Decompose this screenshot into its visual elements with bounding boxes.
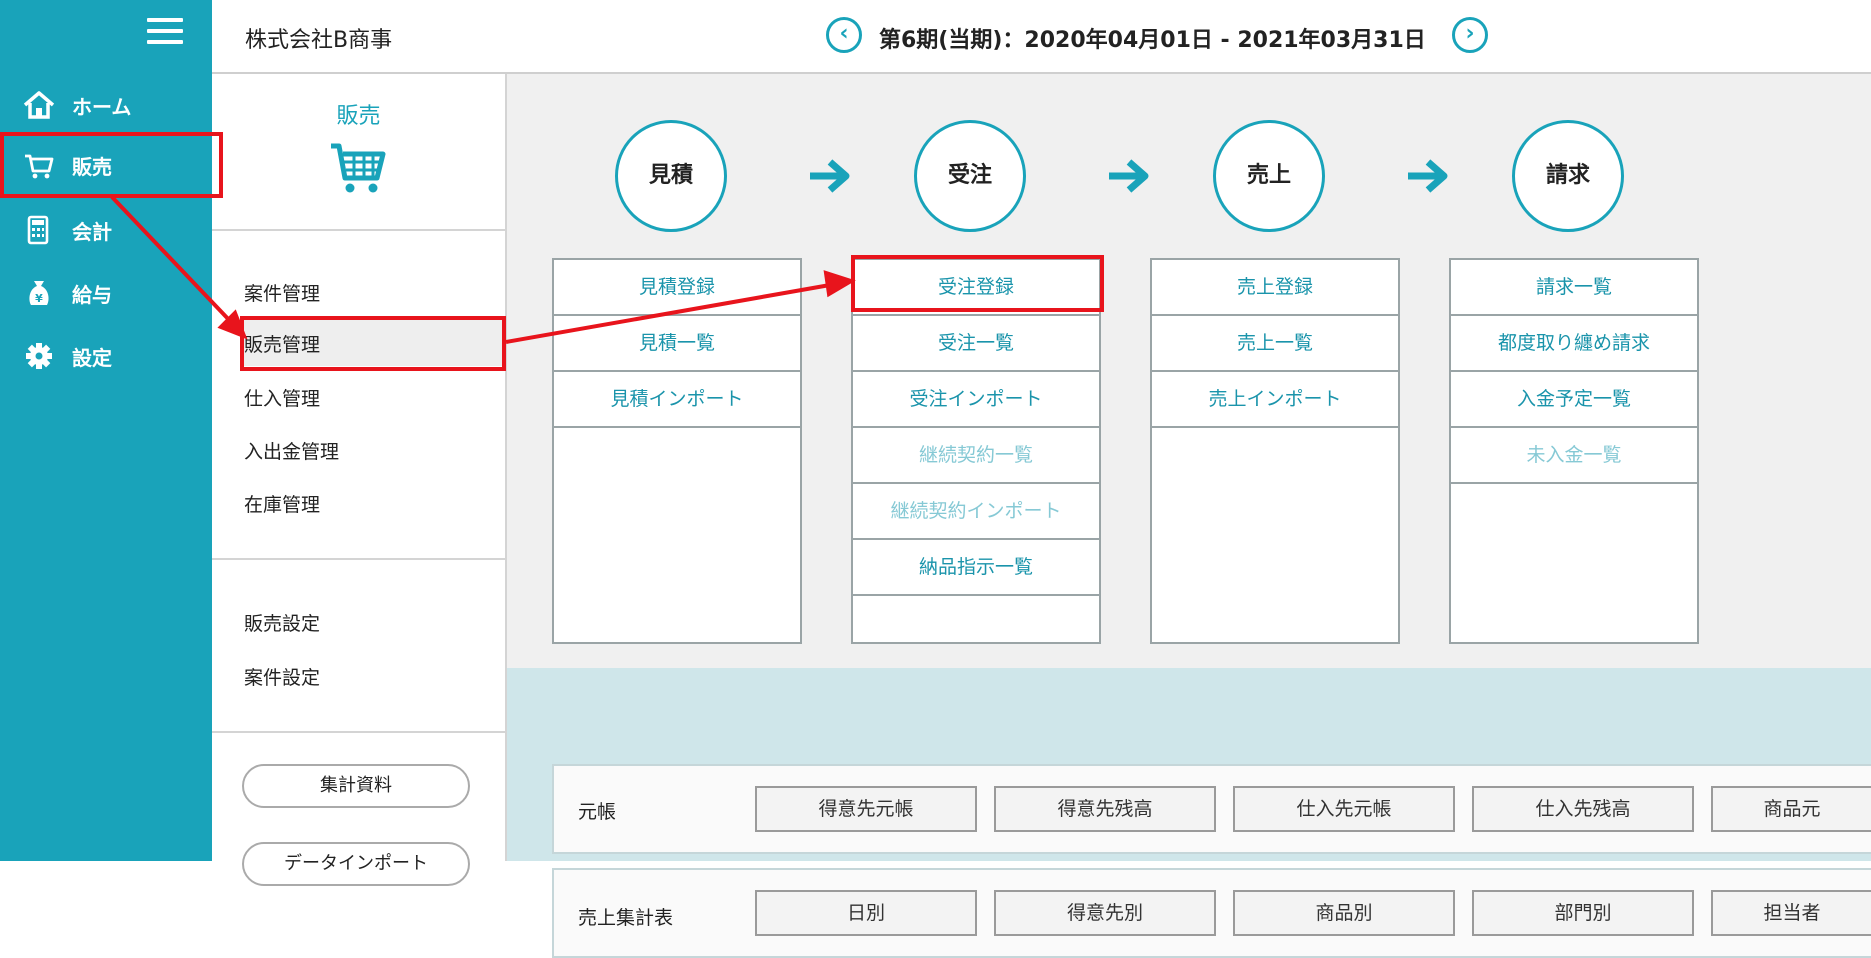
recurring-contract-list-link: 継続契約一覧 <box>853 428 1099 484</box>
supplier-ledger-button[interactable]: 仕入先元帳 <box>1233 786 1455 832</box>
next-period-button[interactable]: › <box>1452 17 1488 53</box>
fiscal-period: 第6期(当期)：2020年04月01日 - 2021年03月31日 <box>879 28 1426 53</box>
svg-text:¥: ¥ <box>35 292 43 305</box>
ledger-row: 元帳 得意先元帳 得意先残高 仕入先元帳 仕入先残高 商品元 <box>552 764 1871 854</box>
nav-item-label: 給与 <box>72 283 112 307</box>
invoice-list-link[interactable]: 請求一覧 <box>1451 260 1697 316</box>
quote-register-link[interactable]: 見積登録 <box>554 260 800 316</box>
sales-list-link[interactable]: 売上一覧 <box>1152 316 1398 372</box>
nav-item-label: 会計 <box>72 220 112 244</box>
submenu-item-project-management[interactable]: 案件管理 <box>244 279 320 306</box>
money-bag-icon: ¥ <box>29 281 49 305</box>
customer-ledger-button[interactable]: 得意先元帳 <box>755 786 977 832</box>
by-department-summary-button[interactable]: 部門別 <box>1472 890 1694 936</box>
arrow-right-icon <box>810 159 850 193</box>
nav-item-label: 設定 <box>72 346 112 370</box>
divider <box>212 731 505 733</box>
submenu-item-sales-management[interactable]: 販売管理 <box>244 330 320 357</box>
arrow-right-icon <box>1109 159 1149 193</box>
customer-balance-button[interactable]: 得意先残高 <box>994 786 1216 832</box>
recurring-contract-import-link: 継続契約インポート <box>853 484 1099 540</box>
row-label: 売上集計表 <box>578 907 674 929</box>
sales-menu-column: 売上登録 売上一覧 売上インポート <box>1150 258 1400 644</box>
daily-summary-button[interactable]: 日別 <box>755 890 977 936</box>
divider <box>212 229 505 231</box>
chevron-left-icon: ‹ <box>839 21 849 46</box>
top-header: 株式会社B商事 ‹ 第6期(当期)：2020年04月01日 - 2021年03月… <box>212 0 1871 74</box>
nav-item-accounting[interactable]: 会計 <box>0 205 212 255</box>
nav-item-settings[interactable]: 設定 <box>0 331 212 381</box>
sales-flow-panel: 見積 受注 売上 請求 見積登録 見積一覧 見積インポート 受注登録 受注一覧 … <box>507 74 1871 958</box>
summary-reports-button[interactable]: 集計資料 <box>242 764 470 808</box>
supplier-balance-button[interactable]: 仕入先残高 <box>1472 786 1694 832</box>
report-area: 元帳 得意先元帳 得意先残高 仕入先元帳 仕入先残高 商品元 売上集計表 日別 … <box>507 668 1871 958</box>
billing-menu-column: 請求一覧 都度取り纏め請求 入金予定一覧 未入金一覧 <box>1449 258 1699 644</box>
submenu-item-sales-settings[interactable]: 販売設定 <box>244 609 320 636</box>
stage-billing: 請求 <box>1512 120 1624 232</box>
by-customer-summary-button[interactable]: 得意先別 <box>994 890 1216 936</box>
expected-payment-list-link[interactable]: 入金予定一覧 <box>1451 372 1697 428</box>
arrow-right-icon <box>1408 159 1448 193</box>
row-label: 元帳 <box>578 801 617 823</box>
quote-list-link[interactable]: 見積一覧 <box>554 316 800 372</box>
stage-quote: 見積 <box>615 120 727 232</box>
data-import-button[interactable]: データインポート <box>242 842 470 886</box>
calculator-icon <box>27 215 49 245</box>
quote-menu-column: 見積登録 見積一覧 見積インポート <box>552 258 802 644</box>
consolidated-billing-link[interactable]: 都度取り纏め請求 <box>1451 316 1697 372</box>
product-ledger-button[interactable]: 商品元 <box>1711 786 1871 832</box>
cart-icon <box>331 143 386 193</box>
nav-item-home[interactable]: ホーム <box>0 80 212 130</box>
hamburger-menu-icon[interactable] <box>147 18 183 48</box>
nav-item-label: 販売 <box>72 155 112 179</box>
chevron-right-icon: › <box>1465 21 1475 46</box>
submenu-item-inventory-management[interactable]: 在庫管理 <box>244 490 320 517</box>
submenu-item-deposit-payment-management[interactable]: 入出金管理 <box>244 437 339 464</box>
prev-period-button[interactable]: ‹ <box>826 17 862 53</box>
divider <box>212 558 505 560</box>
by-staff-summary-button[interactable]: 担当者 <box>1711 890 1871 936</box>
sales-import-link[interactable]: 売上インポート <box>1152 372 1398 428</box>
sales-submenu: 販売 案件管理 販売管理 仕入管理 入出金管理 在庫管理 販売設定 案件設定 集… <box>212 74 507 886</box>
by-product-summary-button[interactable]: 商品別 <box>1233 890 1455 936</box>
submenu-item-project-settings[interactable]: 案件設定 <box>244 663 320 690</box>
company-name: 株式会社B商事 <box>245 28 393 53</box>
stage-order: 受注 <box>914 120 1026 232</box>
main-nav: ホーム 販売 会計 ¥ 給与 設定 <box>0 0 212 861</box>
order-register-link[interactable]: 受注登録 <box>853 260 1099 316</box>
submenu-title: 販売 <box>336 104 381 129</box>
nav-item-label: ホーム <box>72 95 132 119</box>
nav-item-payroll[interactable]: ¥ 給与 <box>0 268 212 318</box>
delivery-instruction-list-link[interactable]: 納品指示一覧 <box>853 540 1099 596</box>
sales-summary-row: 売上集計表 日別 得意先別 商品別 部門別 担当者 <box>552 868 1871 958</box>
unpaid-list-link: 未入金一覧 <box>1451 428 1697 484</box>
stage-sales: 売上 <box>1213 120 1325 232</box>
quote-import-link[interactable]: 見積インポート <box>554 372 800 428</box>
nav-item-sales[interactable]: 販売 <box>0 140 212 190</box>
submenu-item-purchase-management[interactable]: 仕入管理 <box>244 384 320 411</box>
cart-icon <box>25 154 54 179</box>
home-icon <box>23 91 55 119</box>
order-menu-column: 受注登録 受注一覧 受注インポート 継続契約一覧 継続契約インポート 納品指示一… <box>851 258 1101 644</box>
sales-register-link[interactable]: 売上登録 <box>1152 260 1398 316</box>
order-import-link[interactable]: 受注インポート <box>853 372 1099 428</box>
order-list-link[interactable]: 受注一覧 <box>853 316 1099 372</box>
gear-icon <box>26 343 52 369</box>
